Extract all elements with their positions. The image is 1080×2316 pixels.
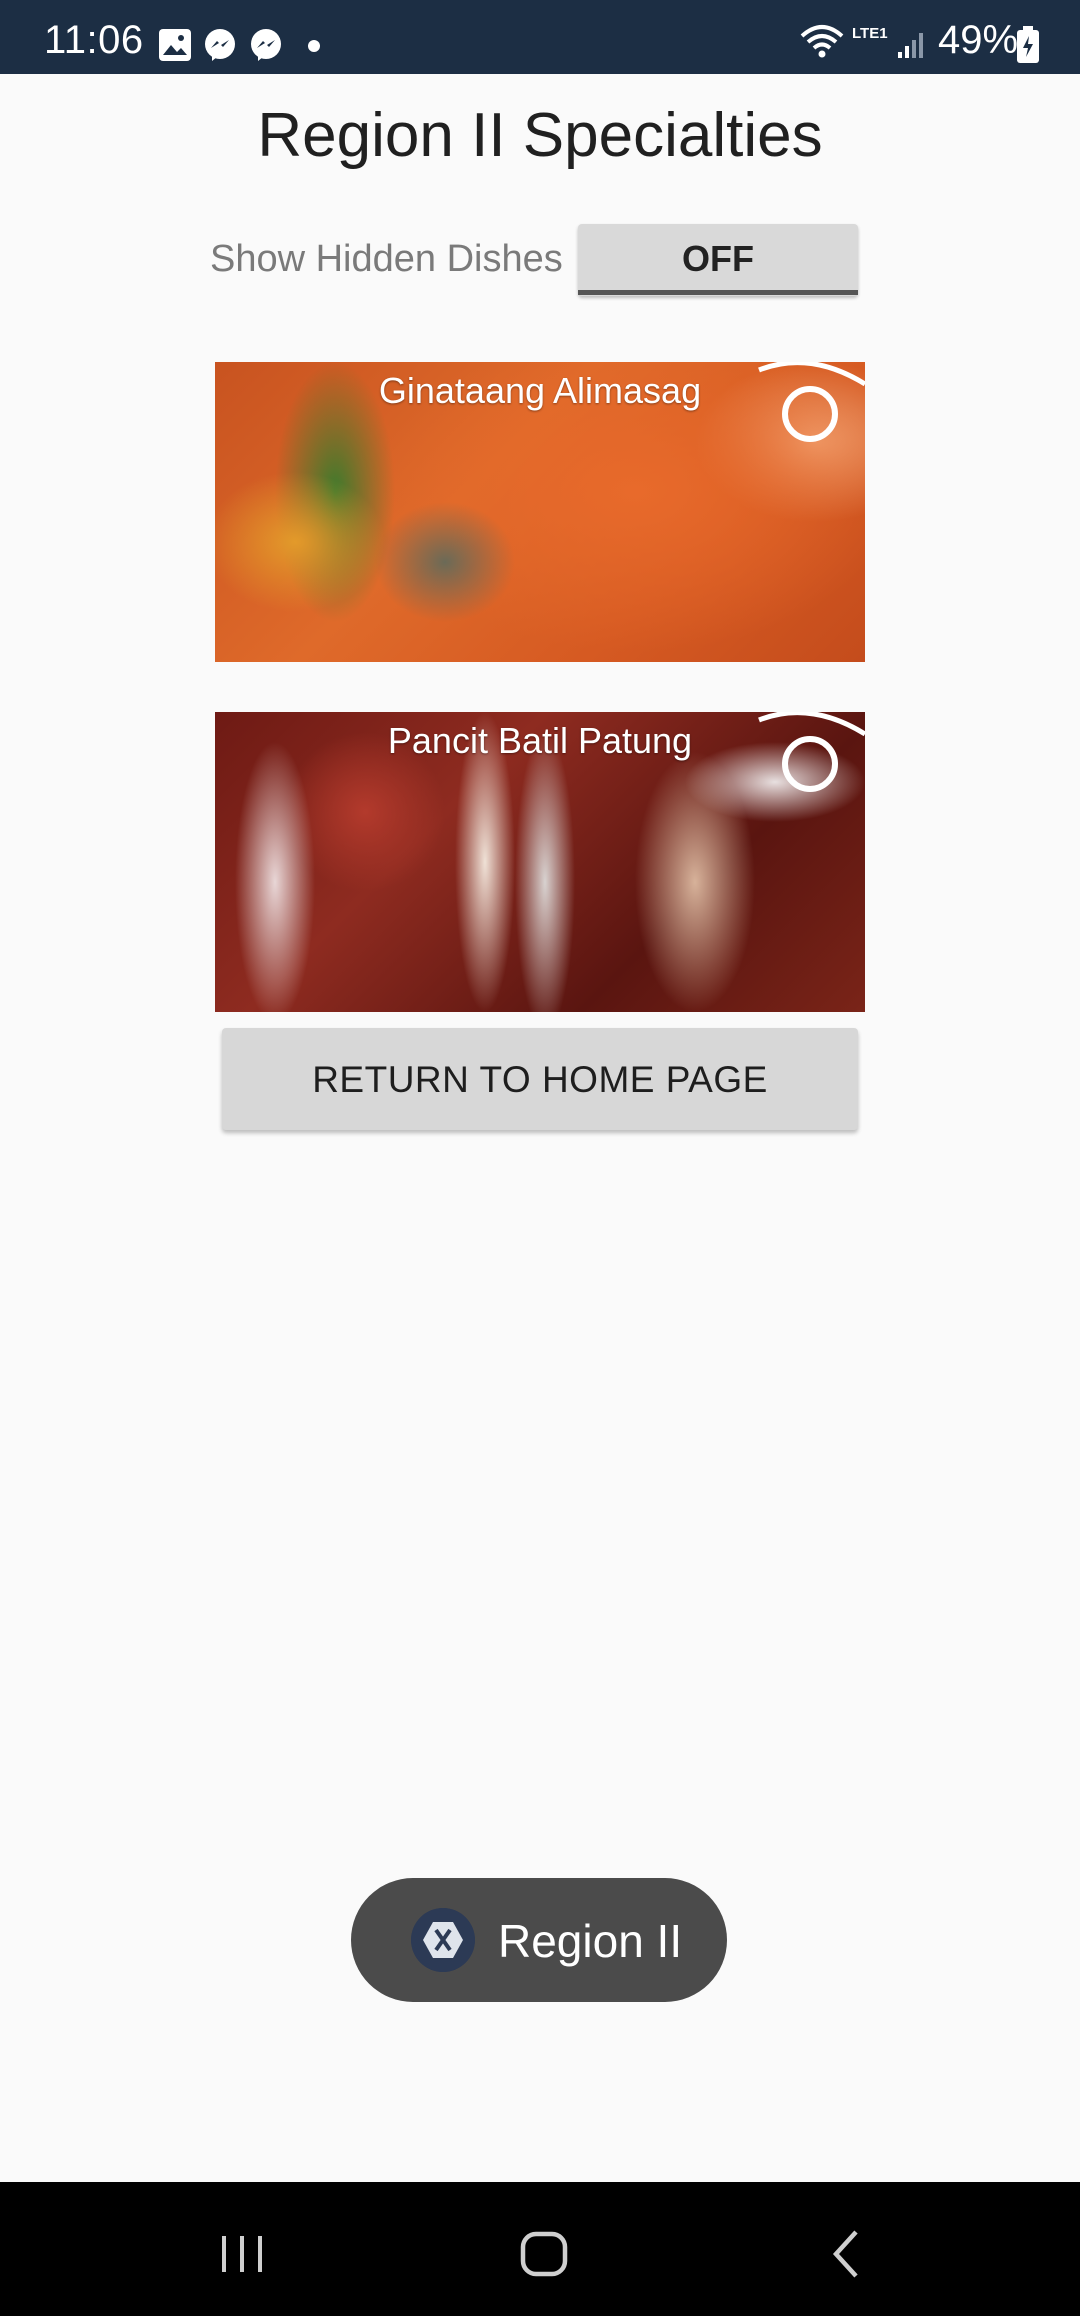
battery-icon <box>1017 26 1039 63</box>
page-title: Region II Specialties <box>257 101 823 170</box>
dish-card[interactable]: Pancit Batil Patung <box>215 712 865 1012</box>
volte-label: LTE1 <box>852 25 888 42</box>
home-icon[interactable] <box>514 2224 574 2284</box>
wifi-icon <box>800 25 844 58</box>
back-icon[interactable] <box>818 2224 878 2284</box>
navigation-bar <box>0 2182 1080 2316</box>
toggle-label: Show Hidden Dishes <box>210 238 563 280</box>
toast-text: Region II <box>498 1915 683 1967</box>
messenger-icon <box>251 29 281 61</box>
return-home-label: RETURN TO HOME PAGE <box>312 1059 768 1100</box>
battery-percent: 49% <box>938 18 1019 62</box>
toggle-state: OFF <box>682 238 754 279</box>
signal-icon <box>898 33 923 58</box>
gallery-icon <box>159 29 191 61</box>
status-time: 11:06 <box>44 18 144 62</box>
recent-apps-icon[interactable] <box>212 2224 272 2284</box>
toast: Region II <box>351 1878 727 2002</box>
notification-dot <box>308 40 320 52</box>
eye-icon[interactable] <box>755 362 865 442</box>
status-bar: 11:06 LTE1 49% <box>0 0 1080 74</box>
hidden-dishes-toggle[interactable]: OFF <box>578 224 858 296</box>
xamarin-icon <box>411 1908 475 1972</box>
return-home-button[interactable]: RETURN TO HOME PAGE <box>222 1028 858 1130</box>
eye-icon[interactable] <box>755 712 865 792</box>
dish-card[interactable]: Ginataang Alimasag <box>215 362 865 662</box>
toggle-underline <box>578 290 858 295</box>
messenger-icon <box>205 29 235 61</box>
